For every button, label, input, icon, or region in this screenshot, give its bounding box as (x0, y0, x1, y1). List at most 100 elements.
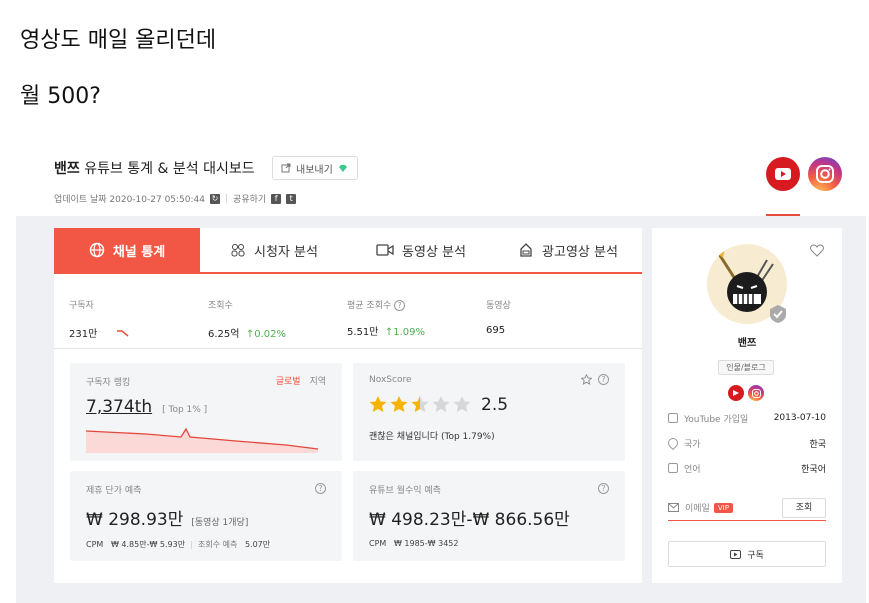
location-icon (665, 435, 681, 451)
arrow-up-icon: ↑ (242, 329, 255, 340)
row-value: 2013-07-10 (773, 413, 826, 423)
tab-channel-stats[interactable]: 채널 통계 (54, 228, 200, 272)
help-icon[interactable]: ? (394, 300, 406, 311)
instagram-small-icon[interactable] (748, 385, 764, 401)
email-lookup-button[interactable]: 조회 (782, 497, 826, 518)
ranking-top: [ Top 1% ] (162, 405, 208, 415)
stat-value: 5.51만 (347, 327, 379, 338)
globe-icon (89, 242, 105, 258)
stat-value-line: 5.51만 ↑1.09% (347, 323, 425, 338)
channel-name: 밴쯔 (54, 161, 80, 177)
stat-subscribers: 구독자 231만 (69, 298, 130, 340)
stat-value-line: 231만 (69, 325, 130, 340)
stat-change: 1.09% (393, 327, 425, 338)
cpm-value: ₩ 4.85만-₩ 5.93만 (110, 540, 186, 549)
tab-label: 채널 통계 (112, 244, 166, 260)
profile-row-language: 언어 한국어 (668, 461, 826, 475)
instagram-platform-icon[interactable] (808, 157, 842, 191)
stat-views: 조회수 6.25억 ↑0.02% (208, 298, 286, 340)
tab-video[interactable]: 동영상 분석 (348, 228, 494, 272)
category-badge[interactable]: 인물/블로그 (718, 360, 774, 375)
mail-icon (668, 503, 679, 512)
youtube-platform-icon[interactable] (766, 157, 800, 191)
noxscore-box: NoxScore ? 2.5 괜찮은 채널입니다 (Top 1.79%) (353, 363, 625, 461)
row-label: YouTube 가입일 (684, 414, 749, 425)
stats-divider (54, 348, 642, 349)
tab-ad-video[interactable]: 광고영상 분석 (494, 228, 642, 272)
stat-label: 평균 조회수 (347, 301, 392, 311)
star-outline-icon[interactable] (581, 374, 592, 385)
cpm-label: CPM (369, 539, 387, 548)
subscribe-label: 구독 (747, 550, 764, 561)
ranking-sparkline (86, 427, 319, 453)
verified-badge-icon (770, 305, 786, 323)
subscriber-ranking-box: 구독자 랭킹 글로벌 지역 7,374th [ Top 1% ] (70, 363, 342, 461)
profile-name: 밴쯔 (737, 338, 757, 349)
nox-actions: ? (581, 374, 609, 385)
twitter-icon[interactable]: t (286, 193, 297, 204)
collab-label: 제휴 단가 예측 (86, 486, 142, 496)
export-button[interactable]: 내보내기 (272, 156, 358, 180)
title-rest: 유튜브 통계 & 분석 대시보드 (79, 161, 255, 177)
channel-profile-card: 밴쯔 인물/블로그 YouTube 가입일 2013-07-10 국가 한국 언… (652, 228, 842, 583)
revenue-label: 유튜브 월수익 예측 (369, 486, 441, 496)
collab-price-box: 제휴 단가 예측 ? ₩ 298.93만 [동영상 1개당] CPM ₩ 4.8… (70, 471, 342, 561)
collab-value: ₩ 298.93만 (86, 510, 184, 530)
help-icon[interactable]: ? (598, 483, 609, 494)
star-rating-icons (369, 396, 471, 412)
facebook-icon[interactable]: f (271, 193, 282, 204)
channel-stats-card: 채널 통계 시청자 분석 동영상 분석 광고영상 분석 구독자 231만 조회수… (54, 228, 642, 583)
update-meta: 업데이트 날짜 2020-10-27 05:50:44 ↻ | 공유하기 f t (54, 192, 297, 205)
share-label: 공유하기 (233, 195, 267, 205)
caption-line-2: 월 500? (20, 84, 101, 109)
email-row: 이메일 VIP 조회 (668, 495, 826, 521)
nox-rating: 2.5 (369, 395, 508, 415)
tab-audience[interactable]: 시청자 분석 (200, 228, 348, 272)
email-label: 이메일 (685, 504, 710, 514)
export-label: 내보내기 (296, 164, 333, 176)
stat-videos: 동영상 695 (486, 298, 511, 336)
row-value: 한국어 (801, 464, 826, 475)
nox-label: NoxScore (369, 375, 412, 385)
tab-label: 광고영상 분석 (542, 244, 618, 260)
youtube-small-icon[interactable] (728, 385, 744, 401)
play-box-icon (730, 549, 742, 559)
nox-desc: 괜찮은 채널입니다 (Top 1.79%) (369, 432, 495, 442)
help-icon[interactable]: ? (315, 483, 326, 494)
profile-platforms (728, 385, 764, 401)
tab-label: 시청자 분석 (254, 244, 318, 260)
ad-icon (520, 243, 532, 257)
row-value: 한국 (809, 439, 826, 450)
cpm-value: ₩ 1985-₩ 3452 (393, 539, 459, 548)
export-icon (281, 163, 291, 173)
ranking-value[interactable]: 7,374th (86, 397, 152, 417)
heart-icon[interactable] (810, 244, 824, 257)
diamond-icon (338, 164, 347, 172)
video-icon (376, 244, 394, 256)
stat-value: 231만 (69, 329, 98, 340)
revenue-detail: CPM ₩ 1985-₩ 3452 (369, 539, 458, 548)
stat-value: 695 (486, 325, 506, 336)
monthly-revenue-box: 유튜브 월수익 예측 ? ₩ 498.23만-₩ 866.56만 CPM ₩ 1… (353, 471, 625, 561)
stat-value-line: 6.25억 ↑0.02% (208, 325, 286, 340)
stat-value: 6.25억 (208, 329, 240, 340)
stat-label-line: 평균 조회수 ? (347, 298, 425, 311)
ranking-region-toggle[interactable]: 지역 (309, 377, 326, 387)
collab-value-line: ₩ 298.93만 [동영상 1개당] (86, 505, 248, 530)
views-label: 조회수 예측 (197, 540, 238, 549)
profile-row-country: 국가 한국 (665, 435, 826, 451)
views-value: 5.07만 (244, 540, 271, 549)
help-icon[interactable]: ? (598, 374, 609, 385)
stat-change: 0.02% (254, 329, 286, 340)
row-label: 언어 (684, 464, 701, 475)
ranking-global-toggle[interactable]: 글로벌 (276, 377, 301, 387)
ranking-scope: 글로벌 지역 (276, 374, 326, 387)
tab-label: 동영상 분석 (402, 244, 466, 260)
stat-label: 동영상 (486, 301, 511, 311)
ranking-label: 구독자 랭킹 (86, 378, 131, 388)
users-icon (231, 244, 245, 257)
arrow-up-icon: ↑ (381, 327, 394, 338)
calendar-icon (668, 413, 678, 423)
subscribe-button[interactable]: 구독 (668, 541, 826, 567)
refresh-icon[interactable]: ↻ (210, 193, 220, 204)
